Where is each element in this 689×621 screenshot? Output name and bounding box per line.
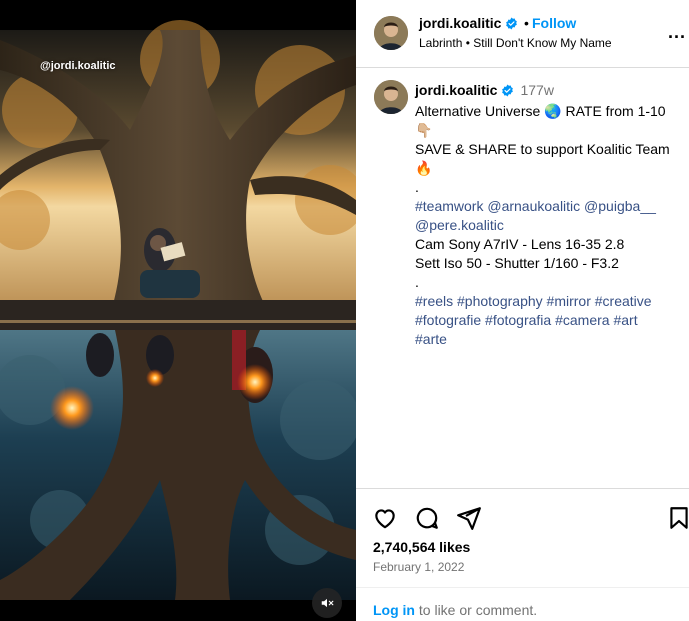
caption-dot: . xyxy=(415,179,419,195)
verified-badge-icon xyxy=(501,83,514,102)
post-caption: jordi.koalitic 177w Alternative Universe … xyxy=(356,68,689,488)
hashtags[interactable]: #reels #photography #mirror #creative xyxy=(415,292,685,311)
caption-line-1: Alternative Universe 🌏 RATE from 1-10 xyxy=(415,103,666,119)
like-button[interactable] xyxy=(372,505,398,536)
login-link[interactable]: Log in xyxy=(373,602,415,618)
caption-username[interactable]: jordi.koalitic xyxy=(415,82,497,98)
camera-settings: Cam Sony A7rIV - Lens 16-35 2.8 xyxy=(415,236,625,252)
audio-track[interactable]: Labrinth • Still Don't Know My Name xyxy=(419,36,612,50)
post-date[interactable]: February 1, 2022 xyxy=(373,560,464,574)
profile-photo-icon xyxy=(374,80,408,114)
song-separator: • xyxy=(465,36,470,50)
heart-icon xyxy=(375,509,395,529)
post-age[interactable]: 177w xyxy=(520,82,553,98)
caption-emoji-1: 👇🏼 xyxy=(415,122,433,138)
share-button[interactable] xyxy=(456,505,482,536)
post-video-frame xyxy=(0,0,356,621)
more-options-button[interactable]: ... xyxy=(668,22,686,43)
post-sidebar: jordi.koalitic • Follow Labrinth • Still… xyxy=(356,0,689,621)
mention-link[interactable]: @pere.koalitic xyxy=(415,216,685,235)
avatar[interactable] xyxy=(374,16,408,50)
separator-dot: • xyxy=(524,15,529,31)
comment-button[interactable] xyxy=(414,505,440,536)
paper-plane-icon xyxy=(457,507,481,530)
follow-button[interactable]: Follow xyxy=(532,15,576,31)
username-link[interactable]: jordi.koalitic xyxy=(419,15,518,33)
login-suffix: to like or comment. xyxy=(415,602,538,618)
exposure-settings: Sett Iso 50 - Shutter 1/160 - F3.2 xyxy=(415,255,619,271)
login-prompt: Log in to like or comment. xyxy=(356,587,689,621)
video-watermark: @jordi.koalitic xyxy=(40,60,116,72)
caption-dot: . xyxy=(415,274,419,290)
bookmark-icon xyxy=(670,507,688,529)
verified-badge-icon xyxy=(505,17,518,33)
hashtags[interactable]: #fotografie #fotografia #camera #art xyxy=(415,311,685,330)
song-artist: Labrinth xyxy=(419,36,463,50)
post-actions: 2,740,564 likes February 1, 2022 Log in … xyxy=(356,488,689,621)
caption-avatar[interactable] xyxy=(374,80,408,114)
username[interactable]: jordi.koalitic xyxy=(419,15,501,31)
post-header: jordi.koalitic • Follow Labrinth • Still… xyxy=(356,0,689,68)
comment-icon xyxy=(416,507,438,529)
song-title: Still Don't Know My Name xyxy=(473,36,612,50)
caption-body: jordi.koalitic 177w Alternative Universe … xyxy=(415,81,685,349)
profile-photo-icon xyxy=(374,16,408,50)
post-media[interactable]: @jordi.koalitic xyxy=(0,0,356,621)
likes-count[interactable]: 2,740,564 likes xyxy=(373,539,470,555)
caption-emoji-2: 🔥 xyxy=(415,160,433,176)
hashtag-mentions[interactable]: #teamwork @arnaukoalitic @puigba__ xyxy=(415,197,685,216)
save-button[interactable] xyxy=(666,505,689,536)
caption-line-2: SAVE & SHARE to support Koalitic Team xyxy=(415,141,670,157)
hashtags[interactable]: #arte xyxy=(415,330,685,349)
mute-button[interactable] xyxy=(312,588,342,618)
speaker-muted-icon xyxy=(321,598,334,608)
